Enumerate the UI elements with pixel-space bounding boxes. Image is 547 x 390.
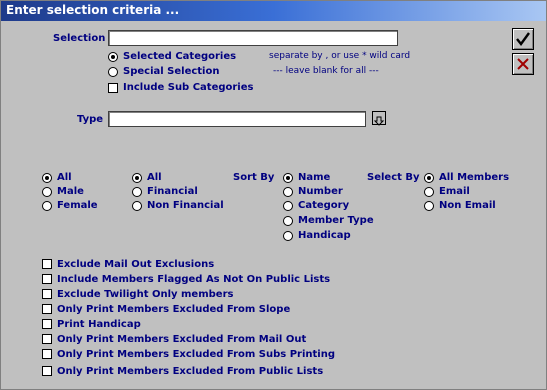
gender-female-label: Female: [57, 200, 98, 211]
arrow-down-icon: [373, 116, 385, 126]
financial-label: Financial: [147, 186, 198, 197]
excluded-public-lists-label: Only Print Members Excluded From Public …: [57, 366, 324, 377]
radio-selected-categories[interactable]: [108, 52, 118, 62]
blank-note: --- leave blank for all ---: [273, 66, 379, 76]
radio-gender-male[interactable]: [42, 187, 52, 197]
exclude-twilight-label: Exclude Twilight Only members: [57, 289, 234, 300]
print-handicap-checkbox[interactable]: [42, 319, 52, 329]
select-by-label: Select By: [367, 172, 420, 183]
type-dropdown-button[interactable]: [372, 111, 386, 126]
gender-male-label: Male: [57, 186, 84, 197]
sort-category-label: Category: [298, 200, 350, 211]
excluded-subs-printing-checkbox[interactable]: [42, 349, 52, 359]
select-all-members-label: All Members: [439, 172, 510, 183]
type-input[interactable]: [108, 111, 366, 127]
excluded-subs-printing-label: Only Print Members Excluded From Subs Pr…: [57, 349, 336, 360]
title-bar: Enter selection criteria ...: [1, 1, 546, 21]
type-label: Type: [77, 114, 104, 125]
checkmark-icon: [516, 32, 530, 46]
radio-non-financial[interactable]: [132, 201, 142, 211]
sort-member-type-label: Member Type: [298, 215, 374, 226]
radio-select-all-members[interactable]: [424, 173, 434, 183]
radio-sort-category[interactable]: [283, 201, 293, 211]
special-selection-label: Special Selection: [123, 66, 220, 77]
radio-select-non-email[interactable]: [424, 201, 434, 211]
ok-button[interactable]: [512, 28, 534, 50]
select-non-email-label: Non Email: [439, 200, 496, 211]
exclude-twilight-checkbox[interactable]: [42, 289, 52, 299]
print-handicap-label: Print Handicap: [57, 319, 141, 330]
include-flagged-checkbox[interactable]: [42, 274, 52, 284]
selection-label: Selection: [53, 33, 106, 44]
financial-all-label: All: [147, 172, 162, 183]
include-sub-categories-label: Include Sub Categories: [123, 82, 254, 93]
exclude-mail-out-label: Exclude Mail Out Exclusions: [57, 259, 215, 270]
selected-categories-label: Selected Categories: [123, 51, 237, 62]
exclude-mail-out-checkbox[interactable]: [42, 259, 52, 269]
radio-special-selection[interactable]: [108, 67, 118, 77]
radio-financial[interactable]: [132, 187, 142, 197]
selection-dialog: Enter selection criteria ... Selection S…: [0, 0, 547, 390]
cross-icon: [517, 58, 529, 70]
non-financial-label: Non Financial: [147, 200, 224, 211]
excluded-mail-out-label: Only Print Members Excluded From Mail Ou…: [57, 334, 307, 345]
select-email-label: Email: [439, 186, 470, 197]
excluded-slope-label: Only Print Members Excluded From Slope: [57, 304, 291, 315]
excluded-slope-checkbox[interactable]: [42, 304, 52, 314]
sort-number-label: Number: [298, 186, 343, 197]
wildcard-note: separate by , or use * wild card: [269, 51, 411, 61]
radio-sort-name[interactable]: [283, 173, 293, 183]
radio-sort-member-type[interactable]: [283, 216, 293, 226]
cancel-button[interactable]: [512, 53, 534, 75]
include-sub-categories-checkbox[interactable]: [108, 83, 118, 93]
window-title: Enter selection criteria ...: [6, 3, 180, 17]
radio-financial-all[interactable]: [132, 173, 142, 183]
sort-by-label: Sort By: [233, 172, 275, 183]
radio-sort-number[interactable]: [283, 187, 293, 197]
excluded-public-lists-checkbox[interactable]: [42, 366, 52, 376]
include-flagged-label: Include Members Flagged As Not On Public…: [57, 274, 331, 285]
sort-handicap-label: Handicap: [298, 230, 351, 241]
radio-select-email[interactable]: [424, 187, 434, 197]
gender-all-label: All: [57, 172, 72, 183]
radio-gender-all[interactable]: [42, 173, 52, 183]
radio-sort-handicap[interactable]: [283, 231, 293, 241]
selection-input[interactable]: [108, 30, 398, 46]
excluded-mail-out-checkbox[interactable]: [42, 334, 52, 344]
radio-gender-female[interactable]: [42, 201, 52, 211]
sort-name-label: Name: [298, 172, 331, 183]
